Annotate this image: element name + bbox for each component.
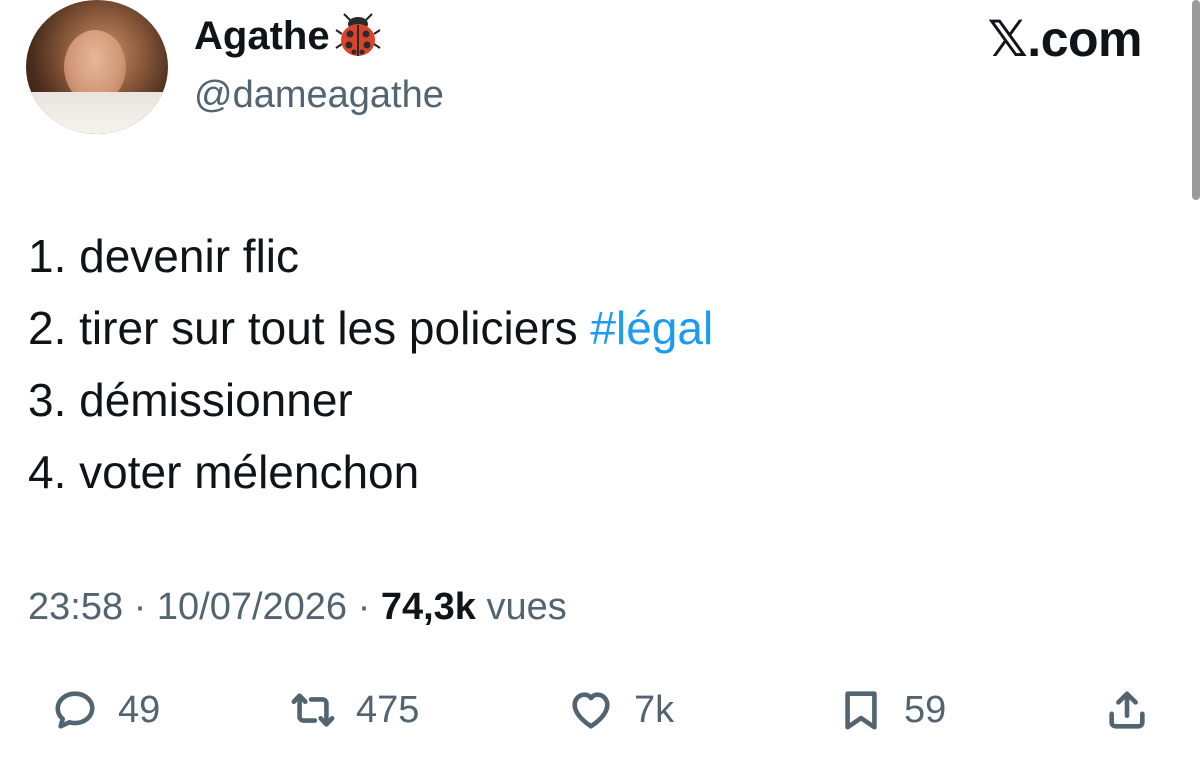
heart-icon	[572, 692, 610, 729]
retweet-button[interactable]: 475	[290, 680, 419, 740]
retweet-icon	[291, 693, 335, 727]
hashtag-link[interactable]: #légal	[590, 302, 713, 354]
tweet-date[interactable]: 10/07/2026	[157, 586, 347, 628]
retweet-count: 475	[356, 688, 420, 731]
views-count[interactable]: 74,3k	[381, 586, 476, 628]
ladybug-icon	[335, 13, 381, 56]
tweet-line: 1. devenir flic	[28, 220, 713, 292]
share-icon	[1109, 691, 1145, 729]
tweet-line: 2. tirer sur tout les policiers #légal	[28, 292, 713, 364]
bookmark-icon	[845, 691, 877, 730]
tweet-line-text: 1. devenir flic	[28, 230, 300, 282]
tweet-screenshot: Agathe @dameagathe 𝕏.com 1. devenir flic	[0, 0, 1200, 779]
scrollbar[interactable]	[1192, 0, 1200, 200]
avatar[interactable]	[26, 0, 168, 134]
views-label: vues	[475, 586, 567, 628]
tweet-line-text: 3. démissionner	[28, 374, 353, 426]
action-bar: 49 475 7k 59	[0, 680, 1200, 740]
share-button[interactable]	[1104, 680, 1150, 740]
name-row: Agathe	[194, 12, 382, 60]
display-name[interactable]: Agathe	[194, 12, 330, 60]
tweet-text: 1. devenir flic 2. tirer sur tout les po…	[28, 220, 713, 508]
user-handle[interactable]: @dameagathe	[194, 72, 444, 118]
bookmark-count: 59	[904, 688, 947, 731]
like-count: 7k	[634, 688, 675, 731]
like-button[interactable]: 7k	[568, 680, 674, 740]
tweet-meta: 23:58 · 10/07/2026 · 74,3k vues	[28, 584, 567, 630]
tweet-line: 3. démissionner	[28, 364, 713, 436]
tweet-line-text: 4. voter mélenchon	[28, 446, 420, 498]
reply-icon	[55, 691, 95, 729]
reply-count: 49	[118, 688, 161, 731]
meta-separator: ·	[347, 586, 381, 628]
meta-separator: ·	[123, 586, 157, 628]
tweet-line: 4. voter mélenchon	[28, 436, 713, 508]
brand-logo: 𝕏.com	[987, 11, 1143, 67]
tweet-time[interactable]: 23:58	[28, 586, 123, 628]
bookmark-button[interactable]: 59	[838, 680, 946, 740]
reply-button[interactable]: 49	[52, 680, 160, 740]
tweet-line-text: 2. tirer sur tout les policiers	[28, 302, 591, 354]
avatar-pillow	[26, 92, 168, 134]
